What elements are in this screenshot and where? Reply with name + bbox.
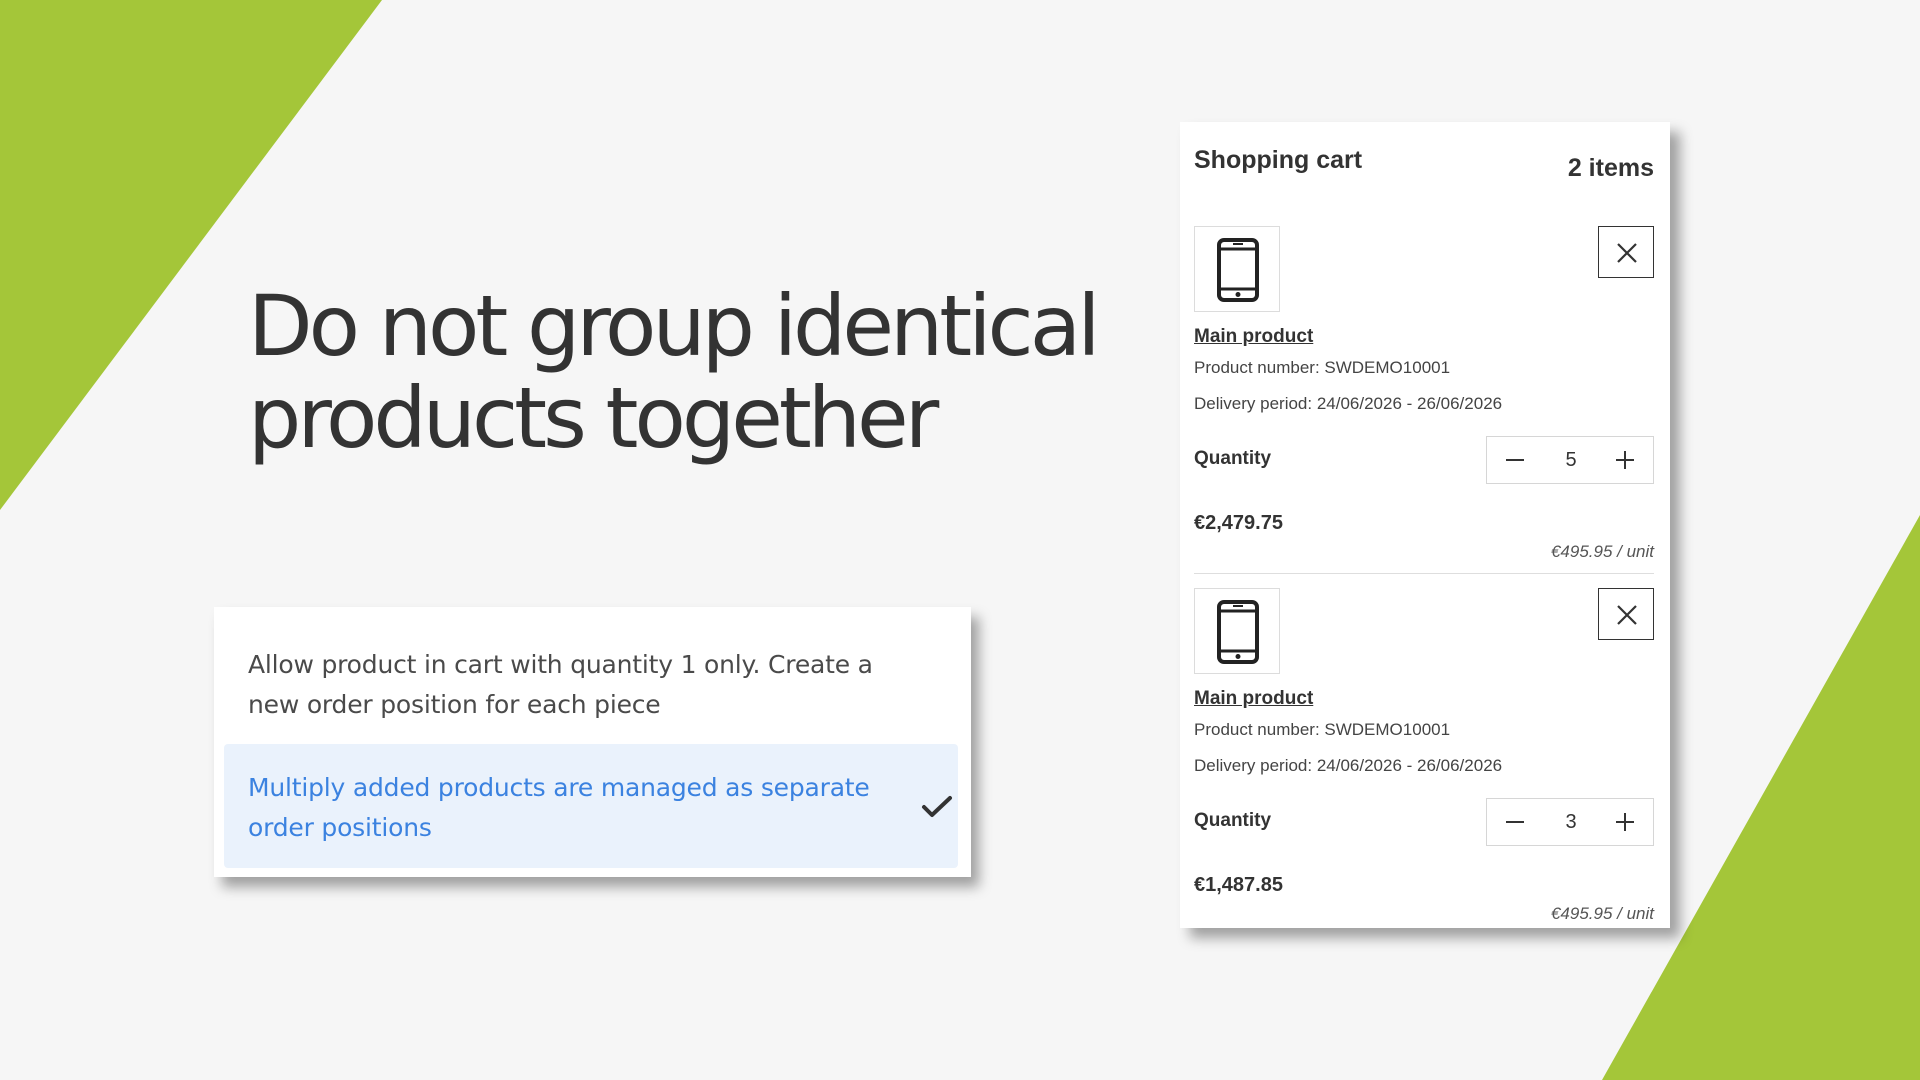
close-icon <box>1617 605 1637 625</box>
cart-item-count: 2 items <box>1567 154 1654 182</box>
unit-price: €495.95 / unit <box>1550 542 1654 561</box>
page-headline: Do not group identical products together <box>248 280 1128 464</box>
quantity-stepper: 5 <box>1486 436 1654 484</box>
quantity-value[interactable]: 5 <box>1547 449 1595 472</box>
minus-icon[interactable] <box>1503 810 1527 834</box>
product-number: Product number: SWDEMO10001 <box>1194 720 1451 739</box>
option-quantity-one[interactable]: Allow product in cart with quantity 1 on… <box>248 645 928 725</box>
remove-item-button[interactable] <box>1598 588 1654 640</box>
delivery-period: Delivery period: 24/06/2026 - 26/06/2026 <box>1194 394 1503 413</box>
product-number: Product number: SWDEMO10001 <box>1194 358 1451 377</box>
checkmark-icon <box>922 796 952 817</box>
smartphone-icon <box>1217 600 1259 664</box>
quantity-label: Quantity <box>1194 448 1272 469</box>
smartphone-icon <box>1217 238 1259 302</box>
product-name-link[interactable]: Main product <box>1194 688 1313 710</box>
delivery-period: Delivery period: 24/06/2026 - 26/06/2026 <box>1194 756 1503 775</box>
headline-line-1: Do not group identical <box>248 277 1101 375</box>
cart-item: Main product Product number: SWDEMO10001… <box>1180 588 1670 948</box>
option-separate-positions-label: Multiply added products are managed as s… <box>248 773 870 842</box>
unit-price: €495.95 / unit <box>1550 904 1654 923</box>
cart-item: Main product Product number: SWDEMO10001… <box>1180 226 1670 586</box>
line-total-price: €1,487.85 <box>1194 874 1283 896</box>
product-thumbnail[interactable] <box>1194 226 1280 312</box>
remove-item-button[interactable] <box>1598 226 1654 278</box>
product-name-link[interactable]: Main product <box>1194 326 1313 348</box>
close-icon <box>1617 243 1637 263</box>
line-total-price: €2,479.75 <box>1194 512 1283 534</box>
quantity-stepper: 3 <box>1486 798 1654 846</box>
minus-icon[interactable] <box>1503 448 1527 472</box>
headline-line-2: products together <box>248 369 939 467</box>
cart-title: Shopping cart <box>1194 146 1363 174</box>
option-separate-positions[interactable]: Multiply added products are managed as s… <box>224 744 958 868</box>
item-divider <box>1194 573 1654 574</box>
quantity-label: Quantity <box>1194 810 1272 831</box>
plus-icon[interactable] <box>1613 810 1637 834</box>
quantity-value[interactable]: 3 <box>1547 811 1595 834</box>
plus-icon[interactable] <box>1613 448 1637 472</box>
shopping-cart-panel: Shopping cart 2 items Main product Produ… <box>1180 122 1670 928</box>
product-thumbnail[interactable] <box>1194 588 1280 674</box>
cart-mode-options-dropdown: Allow product in cart with quantity 1 on… <box>214 607 971 877</box>
